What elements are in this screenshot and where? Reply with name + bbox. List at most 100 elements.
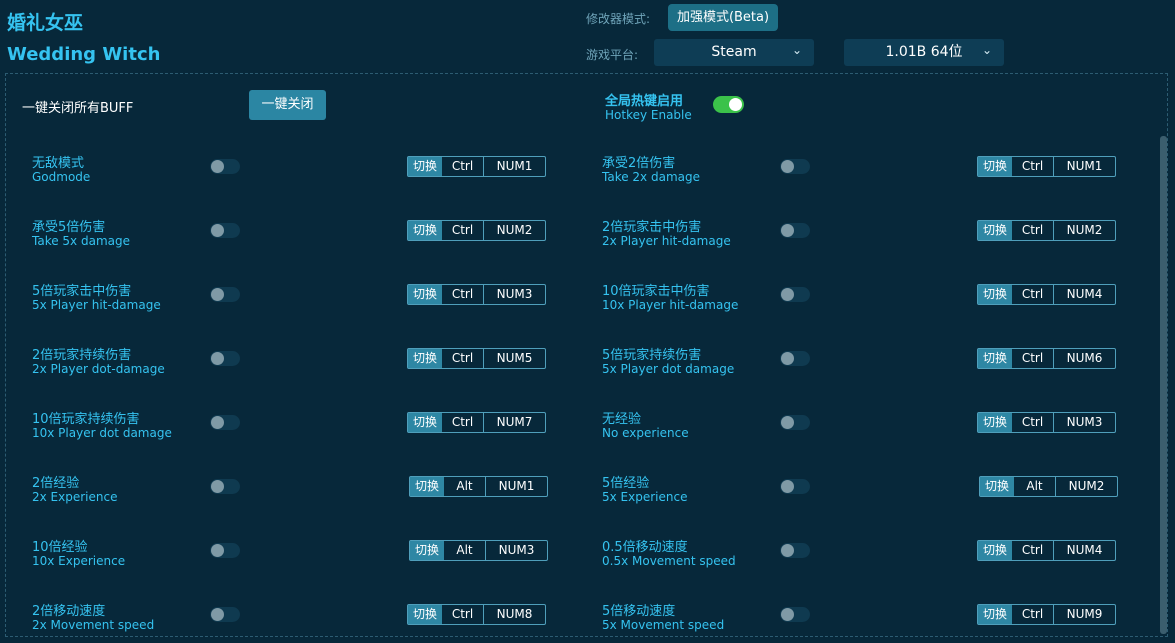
hotkey-combo: 切换 Ctrl NUM1 xyxy=(977,156,1116,177)
hotkey-toggle-key: 切换 xyxy=(408,349,442,368)
cheat-name-cn: 5倍玩家持续伤害 xyxy=(602,348,702,363)
toggle-knob xyxy=(781,608,794,621)
cheat-row: 承受2倍伤害 Take 2x damage 切换 Ctrl NUM1 xyxy=(602,152,1122,192)
cheat-row: 10倍玩家击中伤害 10x Player hit-damage 切换 Ctrl NUM4 xyxy=(602,280,1122,320)
toggle-knob xyxy=(781,480,794,493)
hotkey-toggle-key: 切换 xyxy=(978,221,1012,240)
cheat-name-cn: 2倍玩家击中伤害 xyxy=(602,220,702,235)
scrollbar[interactable] xyxy=(1160,136,1167,634)
toggle-knob xyxy=(211,608,224,621)
cheat-row: 无敌模式 Godmode 切换 Ctrl NUM1 xyxy=(32,152,552,192)
toggle-knob xyxy=(211,544,224,557)
cheat-name-en: 0.5x Movement speed xyxy=(602,554,736,568)
cheat-toggle[interactable] xyxy=(210,543,240,558)
cheat-toggle[interactable] xyxy=(780,479,810,494)
hotkey-toggle-key: 切换 xyxy=(980,477,1014,496)
hotkey-modifier-key: Ctrl xyxy=(1012,157,1054,176)
hotkey-num-key: NUM1 xyxy=(498,479,535,493)
hotkey-num-key: NUM7 xyxy=(496,415,533,429)
hotkey-num-key: NUM4 xyxy=(1066,543,1103,557)
hotkey-combo: 切换 Ctrl NUM4 xyxy=(977,284,1116,305)
cheat-row: 5倍经验 5x Experience 切换 Alt NUM2 xyxy=(602,472,1122,512)
cheat-name-en: Take 5x damage xyxy=(32,234,130,248)
hotkey-modifier-key: Ctrl xyxy=(442,605,484,624)
hotkey-modifier-key: Ctrl xyxy=(1012,413,1054,432)
toggle-knob xyxy=(211,416,224,429)
cheat-name-cn: 无敌模式 xyxy=(32,156,85,171)
hotkey-combo: 切换 Ctrl NUM8 xyxy=(407,604,546,625)
cheat-row: 5倍移动速度 5x Movement speed 切换 Ctrl NUM9 xyxy=(602,600,1122,640)
cheat-toggle[interactable] xyxy=(780,607,810,622)
hotkey-modifier-key: Ctrl xyxy=(442,349,484,368)
hotkey-combo: 切换 Ctrl NUM3 xyxy=(407,284,546,305)
cheat-toggle[interactable] xyxy=(210,159,240,174)
cheat-toggle[interactable] xyxy=(780,223,810,238)
cheat-name-cn: 无经验 xyxy=(602,412,642,427)
cheat-name-en: No experience xyxy=(602,426,689,440)
cheat-toggle[interactable] xyxy=(210,287,240,302)
toggle-knob xyxy=(781,544,794,557)
hotkey-modifier-key: Alt xyxy=(1014,477,1056,496)
cheat-toggle[interactable] xyxy=(780,415,810,430)
platform-label: 游戏平台: xyxy=(586,48,639,62)
cheat-name-en: 5x Player dot damage xyxy=(602,362,735,376)
hotkey-toggle-key: 切换 xyxy=(408,605,442,624)
hotkey-num-key: NUM1 xyxy=(496,159,533,173)
cheat-name-cn: 0.5倍移动速度 xyxy=(602,540,688,555)
cheat-name-en: 5x Player hit-damage xyxy=(32,298,161,312)
cheat-name-cn: 5倍玩家击中伤害 xyxy=(32,284,132,299)
hotkey-combo: 切换 Alt NUM3 xyxy=(409,540,548,561)
hotkey-num-key: NUM5 xyxy=(496,351,533,365)
cheat-name-en: 10x Player dot damage xyxy=(32,426,172,440)
version-select[interactable]: 1.01B 64位 ⌄ xyxy=(844,39,1004,66)
hotkey-num-key: NUM3 xyxy=(1066,415,1103,429)
cheat-toggle[interactable] xyxy=(780,543,810,558)
mode-label: 修改器模式: xyxy=(586,12,651,26)
cheat-toggle[interactable] xyxy=(210,223,240,238)
hotkey-enable-toggle[interactable] xyxy=(713,96,744,113)
cheat-toggle[interactable] xyxy=(210,479,240,494)
cheat-toggle[interactable] xyxy=(780,287,810,302)
toggle-knob xyxy=(211,160,224,173)
cheat-toggle[interactable] xyxy=(210,351,240,366)
cheat-name-en: 2x Player dot-damage xyxy=(32,362,165,376)
chevron-down-icon: ⌄ xyxy=(791,43,802,57)
cheat-row: 2倍玩家击中伤害 2x Player hit-damage 切换 Ctrl NUM2 xyxy=(602,216,1122,256)
cheat-name-en: 10x Player hit-damage xyxy=(602,298,739,312)
cheat-name-en: 2x Movement speed xyxy=(32,618,155,632)
cheat-toggle[interactable] xyxy=(780,351,810,366)
cheat-toggle[interactable] xyxy=(210,607,240,622)
cheat-name-cn: 承受2倍伤害 xyxy=(602,156,676,171)
chevron-down-icon: ⌄ xyxy=(981,43,992,57)
hotkey-modifier-key: Ctrl xyxy=(442,221,484,240)
toggle-knob xyxy=(729,98,742,111)
cheat-name-cn: 5倍经验 xyxy=(602,476,650,491)
cheat-row: 0.5倍移动速度 0.5x Movement speed 切换 Ctrl NUM4 xyxy=(602,536,1122,576)
hotkey-combo: 切换 Ctrl NUM4 xyxy=(977,540,1116,561)
cheat-name-cn: 5倍移动速度 xyxy=(602,604,676,619)
hotkey-modifier-key: Ctrl xyxy=(1012,349,1054,368)
platform-select[interactable]: Steam ⌄ xyxy=(654,39,814,66)
hotkey-combo: 切换 Alt NUM1 xyxy=(409,476,548,497)
hotkey-combo: 切换 Ctrl NUM9 xyxy=(977,604,1116,625)
hotkey-num-key: NUM1 xyxy=(1066,159,1103,173)
hotkey-num-key: NUM9 xyxy=(1066,607,1103,621)
toggle-knob xyxy=(781,416,794,429)
mode-button[interactable]: 加强模式(Beta) xyxy=(668,4,778,31)
cheat-toggle[interactable] xyxy=(210,415,240,430)
cheat-toggle[interactable] xyxy=(780,159,810,174)
hotkey-toggle-key: 切换 xyxy=(408,413,442,432)
version-value: 1.01B 64位 xyxy=(885,44,963,60)
hotkey-combo: 切换 Ctrl NUM3 xyxy=(977,412,1116,433)
close-all-button[interactable]: 一键关闭 xyxy=(249,90,326,120)
toggle-knob xyxy=(211,480,224,493)
cheat-name-cn: 承受5倍伤害 xyxy=(32,220,106,235)
cheat-name-cn: 10倍玩家持续伤害 xyxy=(32,412,140,427)
hotkey-num-key: NUM8 xyxy=(496,607,533,621)
hotkey-modifier-key: Ctrl xyxy=(442,285,484,304)
hotkey-toggle-key: 切换 xyxy=(408,221,442,240)
cheat-name-cn: 2倍经验 xyxy=(32,476,80,491)
toggle-knob xyxy=(781,288,794,301)
hotkey-toggle-key: 切换 xyxy=(408,285,442,304)
hotkey-num-key: NUM2 xyxy=(496,223,533,237)
